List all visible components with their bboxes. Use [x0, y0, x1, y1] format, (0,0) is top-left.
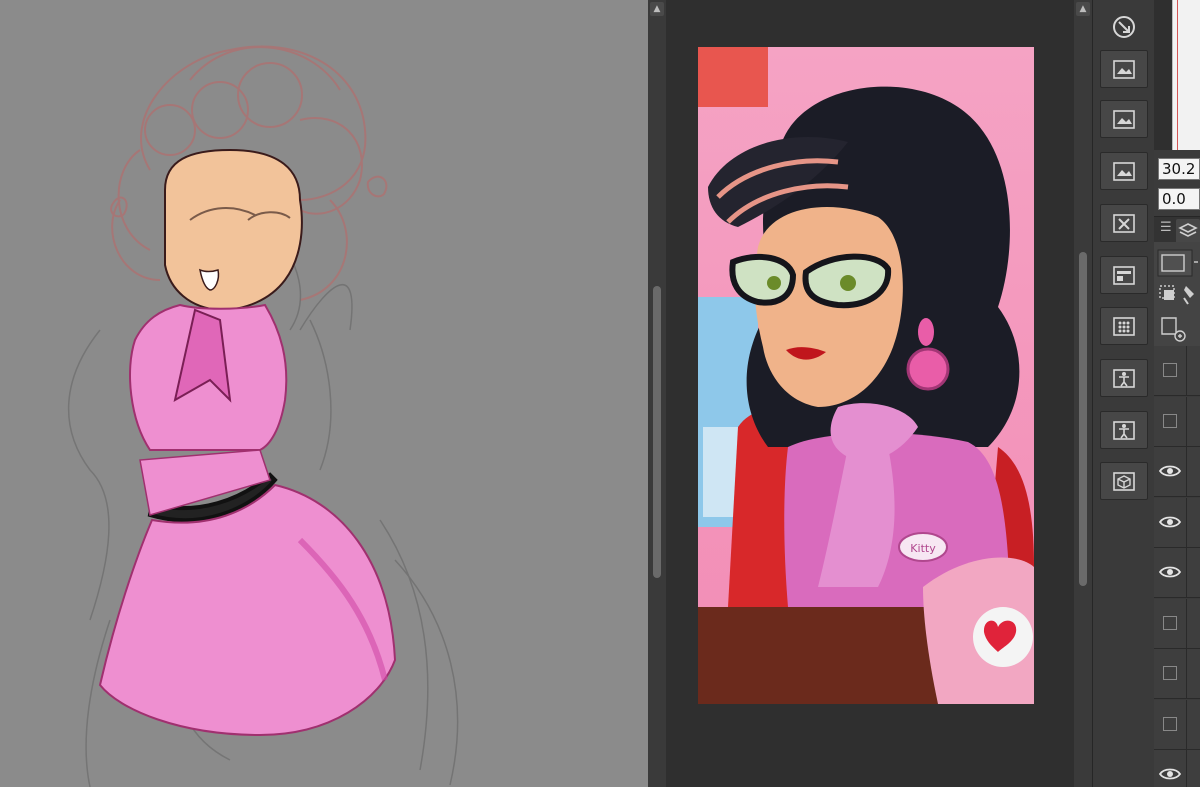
- canvas-scroll-thumb[interactable]: [653, 286, 661, 578]
- eye-icon[interactable]: [1158, 560, 1182, 584]
- layer-row[interactable]: [1154, 649, 1200, 699]
- badge-text: Kitty: [910, 542, 936, 555]
- character-skirt: [98, 483, 397, 737]
- layer-row[interactable]: [1154, 497, 1200, 548]
- visibility-checkbox[interactable]: [1163, 615, 1177, 630]
- layout-button[interactable]: [1100, 256, 1148, 294]
- layer-panel: 30.2 0.0 ☰: [1154, 0, 1200, 787]
- reference-scrollbar[interactable]: ▲: [1074, 0, 1092, 787]
- layer-row-divider: [1186, 396, 1187, 447]
- tab-layers[interactable]: [1176, 219, 1200, 243]
- flip-value-field[interactable]: 0.0: [1158, 188, 1200, 210]
- layer-mask-button[interactable]: [1100, 204, 1148, 242]
- figure-pose-icon: [1113, 421, 1135, 440]
- 3d-object-button[interactable]: [1100, 462, 1148, 500]
- layer-row[interactable]: [1154, 447, 1200, 497]
- figure-pose-button-2[interactable]: [1100, 411, 1148, 449]
- folder-image-icon: [1113, 60, 1135, 79]
- layer-tabs: ☰: [1154, 216, 1200, 243]
- visibility-checkbox[interactable]: [1163, 716, 1177, 731]
- blend-mode-dropdown[interactable]: [1157, 249, 1193, 277]
- reference-image: Kitty: [698, 47, 1034, 704]
- layers-icon: [1178, 223, 1198, 237]
- navigator-preview[interactable]: [1172, 0, 1200, 150]
- material-folder-button-1[interactable]: [1100, 50, 1148, 88]
- scroll-up-arrow-icon[interactable]: ▲: [1076, 2, 1090, 16]
- layer-mask-icon: [1113, 214, 1135, 233]
- new-layer-copy-icon[interactable]: [1159, 285, 1175, 300]
- character-head: [164, 148, 303, 312]
- brush-tool-icon[interactable]: [1183, 286, 1194, 305]
- figure-pose-icon: [1113, 369, 1135, 388]
- new-layer-icon[interactable]: [1161, 317, 1186, 342]
- layer-row[interactable]: [1154, 699, 1200, 750]
- material-folder-button-3[interactable]: [1100, 152, 1148, 190]
- folder-image-icon: [1113, 110, 1135, 129]
- layer-row[interactable]: [1154, 548, 1200, 598]
- material-folder-button-2[interactable]: [1100, 100, 1148, 138]
- layout-icon: [1113, 266, 1135, 285]
- 3d-object-icon: [1113, 472, 1135, 491]
- layer-row-divider: [1186, 750, 1187, 787]
- layer-row-divider: [1186, 447, 1187, 497]
- rotate-view-icon: [1113, 16, 1135, 38]
- layer-row[interactable]: [1154, 750, 1200, 787]
- drawing-canvas[interactable]: [0, 0, 648, 787]
- layer-row-divider: [1186, 346, 1187, 396]
- eye-icon[interactable]: [1158, 459, 1182, 483]
- dot-grid-icon: [1113, 317, 1135, 336]
- layer-toolbar: [1154, 242, 1200, 346]
- layer-row[interactable]: [1154, 346, 1200, 396]
- layer-row-divider: [1186, 649, 1187, 699]
- eye-icon[interactable]: [1158, 510, 1182, 534]
- navigator-view-frame: [1177, 0, 1178, 150]
- character-drawing: [67, 45, 459, 787]
- layer-row-divider: [1186, 598, 1187, 649]
- scroll-up-arrow-icon[interactable]: ▲: [650, 2, 664, 16]
- layer-row[interactable]: [1154, 396, 1200, 447]
- tool-strip: [1092, 0, 1154, 787]
- dot-grid-button[interactable]: [1100, 307, 1148, 345]
- canvas-scrollbar[interactable]: ▲: [648, 0, 666, 787]
- rotate-view-button[interactable]: [1100, 8, 1148, 46]
- reference-scroll-thumb[interactable]: [1079, 252, 1087, 586]
- eye-icon[interactable]: [1158, 762, 1182, 786]
- layer-row-divider: [1186, 497, 1187, 548]
- figure-pose-button-1[interactable]: [1100, 359, 1148, 397]
- panel-menu-icon[interactable]: ☰: [1160, 220, 1172, 235]
- rotation-angle-field[interactable]: 30.2: [1158, 158, 1200, 180]
- visibility-checkbox[interactable]: [1163, 666, 1177, 680]
- layer-row[interactable]: [1154, 598, 1200, 649]
- navigator-frame: [1154, 0, 1172, 150]
- layer-row-divider: [1186, 699, 1187, 750]
- visibility-checkbox[interactable]: [1163, 363, 1177, 377]
- visibility-checkbox[interactable]: [1163, 413, 1177, 428]
- folder-image-icon: [1113, 162, 1135, 181]
- reference-panel: Kitty: [666, 0, 1074, 787]
- layer-row-divider: [1186, 548, 1187, 598]
